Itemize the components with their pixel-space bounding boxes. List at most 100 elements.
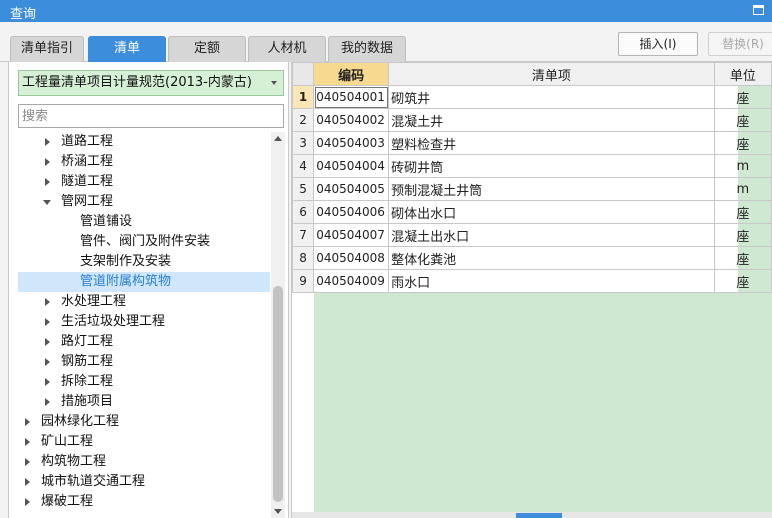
caret-right-icon[interactable] [45,178,50,186]
tree-item[interactable]: 矿山工程 [18,432,270,452]
scroll-up-icon[interactable] [274,136,282,141]
cell-code[interactable]: 040504004 [313,154,390,178]
tree-item[interactable]: 生活垃圾处理工程 [18,312,270,332]
table-row[interactable]: 5 040504005 预制混凝土井筒 m [291,177,772,201]
caret-right-icon[interactable] [25,418,30,426]
caret-right-icon[interactable] [45,318,50,326]
cell-code[interactable]: 040504006 [313,200,390,224]
caret-right-icon[interactable] [45,138,50,146]
table-row[interactable]: 3 040504003 塑料检查井座 [291,131,772,155]
cell-unit[interactable]: 座 [713,85,772,109]
replace-button[interactable]: 替换(R) [708,32,772,56]
tree-item[interactable]: 管道铺设 [18,212,270,232]
tree-item[interactable]: 路灯工程 [18,332,270,352]
caret-right-icon[interactable] [45,158,50,166]
cell-item[interactable]: 塑料检查井 [388,131,715,155]
cell-item[interactable]: 砌筑井 [388,85,715,109]
row-number[interactable]: 8 [291,246,315,270]
caret-right-icon[interactable] [45,378,50,386]
tree-scrollbar[interactable] [271,132,285,518]
caret-right-icon[interactable] [25,498,30,506]
table-row[interactable]: 2 040504002 混凝土井座 [291,108,772,132]
cell-item[interactable]: 混凝土井 [388,108,715,132]
tab-my-data[interactable]: 我的数据 [328,36,406,62]
cell-item[interactable]: 预制混凝土井筒 [388,177,715,201]
table-row[interactable]: 7 040504007 混凝土出水口座 [291,223,772,247]
row-number[interactable]: 9 [291,269,315,293]
spec-dropdown[interactable]: 工程量清单项目计量规范(2013-内蒙古) [18,70,284,96]
caret-right-icon[interactable] [25,478,30,486]
row-number[interactable]: 2 [291,108,315,132]
chevron-down-icon[interactable] [271,81,277,85]
search-input[interactable] [18,104,284,128]
scrollbar-thumb[interactable] [273,286,283,502]
caret-right-icon[interactable] [45,398,50,406]
tree-item[interactable]: 构筑物工程 [18,452,270,472]
table-row[interactable]: 4 040504004 砖砌井筒 m [291,154,772,178]
grid-horizontal-scrollbar[interactable] [292,512,772,518]
cell-unit[interactable]: m [713,177,772,201]
tree-item[interactable]: 道路工程 [18,132,270,152]
tree-item[interactable]: 管道附属构筑物 [18,272,270,292]
cell-code[interactable]: 040504007 [313,223,390,247]
cell-item[interactable]: 整体化粪池 [388,246,715,270]
column-header-unit[interactable]: 单位 [713,62,772,86]
cell-unit[interactable]: 座 [713,269,772,293]
tree-item[interactable]: 园林绿化工程 [18,412,270,432]
tree-item[interactable]: 管件、阀门及附件安装 [18,232,270,252]
cell-code[interactable]: 040504008 [313,246,390,270]
tree-item[interactable]: 钢筋工程 [18,352,270,372]
cell-unit[interactable]: 座 [713,200,772,224]
tree-item[interactable]: 城市轨道交通工程 [18,472,270,492]
tree-item[interactable]: 隧道工程 [18,172,270,192]
tab-labor-material-machine[interactable]: 人材机 [248,36,326,62]
window-title: 查询 [10,7,37,22]
table-row[interactable]: 6 040504006 砌体出水口座 [291,200,772,224]
row-number[interactable]: 4 [291,154,315,178]
cell-unit[interactable]: 座 [713,108,772,132]
table-row[interactable]: 8 040504008 整体化粪池座 [291,246,772,270]
tree-item[interactable]: 爆破工程 [18,492,270,512]
caret-right-icon[interactable] [25,438,30,446]
tree-item[interactable]: 水处理工程 [18,292,270,312]
table-row[interactable]: 9 040504009 雨水口座 [291,269,772,293]
tree-item[interactable]: 桥涵工程 [18,152,270,172]
cell-item[interactable]: 砌体出水口 [388,200,715,224]
caret-right-icon[interactable] [45,338,50,346]
table-row[interactable]: 1 040504001 砌筑井座 [291,85,772,109]
tree-item[interactable]: 管网工程 [18,192,270,212]
cell-code[interactable]: 040504003 [313,131,390,155]
row-number[interactable]: 1 [291,85,315,109]
maximize-icon[interactable] [753,5,764,15]
cell-code[interactable]: 040504002 [313,108,390,132]
caret-right-icon[interactable] [25,458,30,466]
tree-item[interactable]: 支架制作及安装 [18,252,270,272]
cell-code[interactable]: 040504009 [313,269,390,293]
caret-right-icon[interactable] [45,298,50,306]
row-number[interactable]: 5 [291,177,315,201]
cell-item[interactable]: 砖砌井筒 [388,154,715,178]
cell-unit[interactable]: m [713,154,772,178]
tab-quota[interactable]: 定额 [168,36,246,62]
tree-item[interactable]: 措施项目 [18,392,270,412]
column-header-item[interactable]: 清单项 [388,62,715,86]
row-number[interactable]: 3 [291,131,315,155]
cell-item[interactable]: 混凝土出水口 [388,223,715,247]
row-number[interactable]: 7 [291,223,315,247]
scrollbar-thumb[interactable] [516,513,562,518]
cell-code[interactable]: 040504001 [313,85,390,109]
scroll-down-icon[interactable] [274,509,282,514]
tree-item[interactable]: 拆除工程 [18,372,270,392]
cell-unit[interactable]: 座 [713,246,772,270]
tab-list[interactable]: 清单 [88,36,166,62]
tab-list-guide[interactable]: 清单指引 [10,36,84,62]
column-header-code[interactable]: 编码 [313,62,390,86]
cell-item[interactable]: 雨水口 [388,269,715,293]
caret-down-icon[interactable] [43,200,51,205]
cell-unit[interactable]: 座 [713,131,772,155]
insert-button[interactable]: 插入(I) [618,32,698,56]
cell-unit[interactable]: 座 [713,223,772,247]
row-number[interactable]: 6 [291,200,315,224]
caret-right-icon[interactable] [45,358,50,366]
cell-code[interactable]: 040504005 [313,177,390,201]
